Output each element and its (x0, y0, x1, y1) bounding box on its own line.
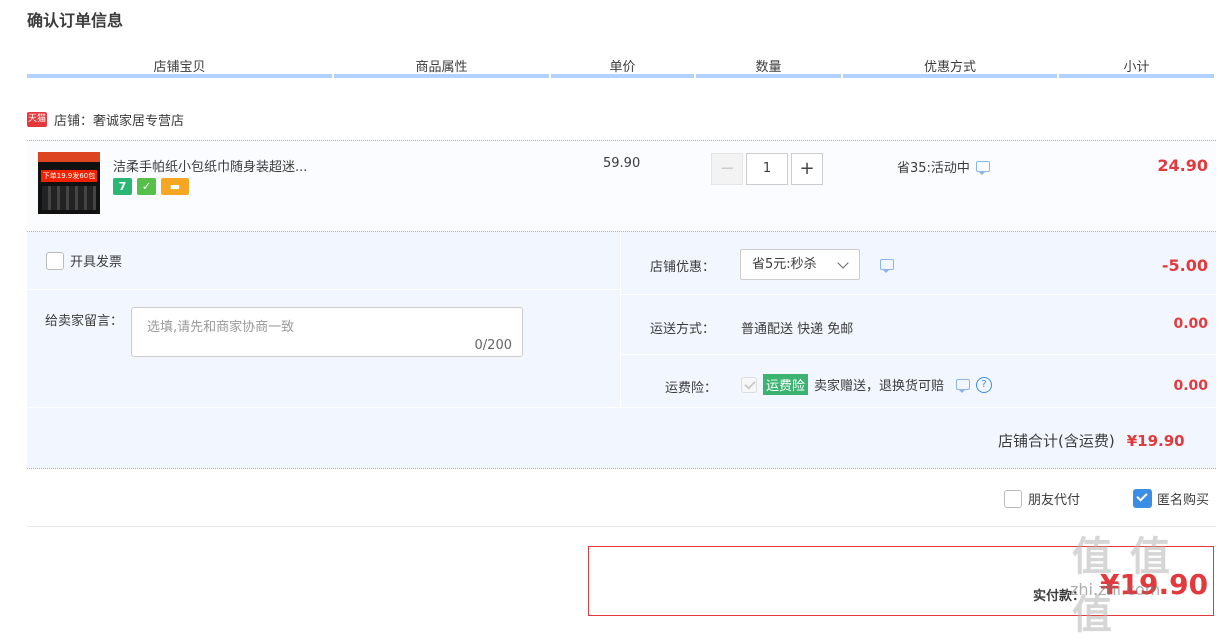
help-icon[interactable]: ? (976, 376, 993, 393)
product-name-link[interactable]: 洁柔手帕纸小包纸巾随身装超迷... (113, 156, 307, 175)
divider (27, 407, 1216, 408)
col-bar (551, 74, 694, 78)
message-placeholder: 选填,请先和商家协商一致 (147, 320, 295, 335)
product-thumbnail[interactable]: 下单19.9发60包 (38, 152, 100, 214)
divider (27, 468, 1216, 469)
col-bar (696, 74, 841, 78)
card-payment-icon[interactable]: ▬ (161, 178, 189, 195)
friend-pay-option[interactable]: 朋友代付 (1004, 489, 1080, 508)
item-promotion: 省35:活动中 (897, 157, 990, 176)
insurance-option: 运费险 卖家赠送，退换货可赔 ? (741, 374, 993, 395)
insurance-text: 卖家赠送，退换货可赔 (814, 379, 945, 394)
col-bar (27, 74, 332, 78)
col-bar (843, 74, 1057, 78)
service-badges: 7 ✓ ▬ (113, 178, 189, 195)
item-subtotal: 24.90 (1157, 156, 1208, 175)
chat-icon[interactable] (956, 379, 971, 393)
divider (27, 289, 620, 290)
friend-pay-label: 朋友代付 (1028, 493, 1081, 508)
anonymous-checkbox[interactable] (1133, 489, 1152, 508)
invoice-checkbox[interactable] (46, 251, 64, 270)
promo-text: 省35:活动中 (897, 161, 970, 176)
unit-price: 59.90 (603, 156, 641, 171)
invoice-option[interactable]: 开具发票 (46, 251, 122, 270)
seller-message-textarea[interactable]: 选填,请先和商家协商一致 0/200 (131, 307, 523, 357)
shipping-amount: 0.00 (1173, 316, 1208, 332)
col-head-quantity: 数量 (755, 60, 782, 75)
insurance-amount: 0.00 (1173, 378, 1208, 394)
shop-name-link[interactable]: 店铺：奢诚家居专营店 (54, 110, 184, 129)
insurance-tag: 运费险 (763, 374, 809, 395)
col-head-unit-price: 单价 (609, 60, 636, 75)
col-head-subtotal: 小计 (1123, 60, 1150, 75)
divider (620, 232, 621, 407)
shop-total-label: 店铺合计(含运费) (998, 432, 1115, 450)
shop-total-amount: ¥19.90 (1126, 432, 1185, 450)
divider (621, 354, 1216, 355)
item-row (27, 141, 1216, 231)
chat-icon[interactable] (975, 161, 990, 175)
page-title: 确认订单信息 (27, 11, 124, 30)
divider (27, 526, 1216, 527)
qty-plus-button[interactable]: + (791, 153, 823, 185)
seven-day-return-icon[interactable]: 7 (113, 178, 132, 195)
col-head-discount: 优惠方式 (923, 60, 976, 75)
shop-discount-label: 店铺优惠： (650, 260, 716, 275)
insurance-label: 运费险： (665, 381, 718, 396)
divider (621, 294, 1216, 295)
message-counter: 0/200 (474, 338, 512, 353)
message-label: 给卖家留言： (45, 314, 124, 329)
qty-minus-button[interactable]: − (711, 153, 743, 185)
invoice-label: 开具发票 (70, 255, 123, 270)
insurance-checkbox (741, 376, 757, 393)
shop-discount-select[interactable]: 省5元:秒杀 (740, 249, 860, 280)
qty-input[interactable]: 1 (746, 153, 788, 185)
anonymous-option[interactable]: 匿名购买 (1133, 489, 1209, 508)
tmall-icon: 天猫 (27, 112, 47, 127)
guarantee-icon[interactable]: ✓ (137, 178, 156, 195)
chevron-down-icon (837, 257, 849, 269)
col-head-shop-item: 店铺宝贝 (153, 60, 206, 75)
chat-icon[interactable] (880, 259, 894, 273)
col-bar (1059, 74, 1214, 78)
shop-header: 天猫 店铺：奢诚家居专营店 (27, 110, 184, 129)
shop-total: 店铺合计(含运费) ¥19.90 (998, 430, 1185, 451)
shipping-value: 普通配送 快递 免邮 (741, 322, 854, 337)
quantity-stepper: − 1 + (711, 153, 823, 185)
col-bar (334, 74, 549, 78)
shop-discount-amount: -5.00 (1161, 256, 1208, 275)
friend-pay-checkbox[interactable] (1004, 489, 1022, 508)
shop-discount-value: 省5元:秒杀 (752, 257, 817, 272)
shipping-label: 运送方式： (650, 322, 716, 337)
watermark-site: zhi.zhi.com (1070, 580, 1161, 599)
col-head-attributes: 商品属性 (415, 60, 468, 75)
anonymous-label: 匿名购买 (1157, 493, 1210, 508)
